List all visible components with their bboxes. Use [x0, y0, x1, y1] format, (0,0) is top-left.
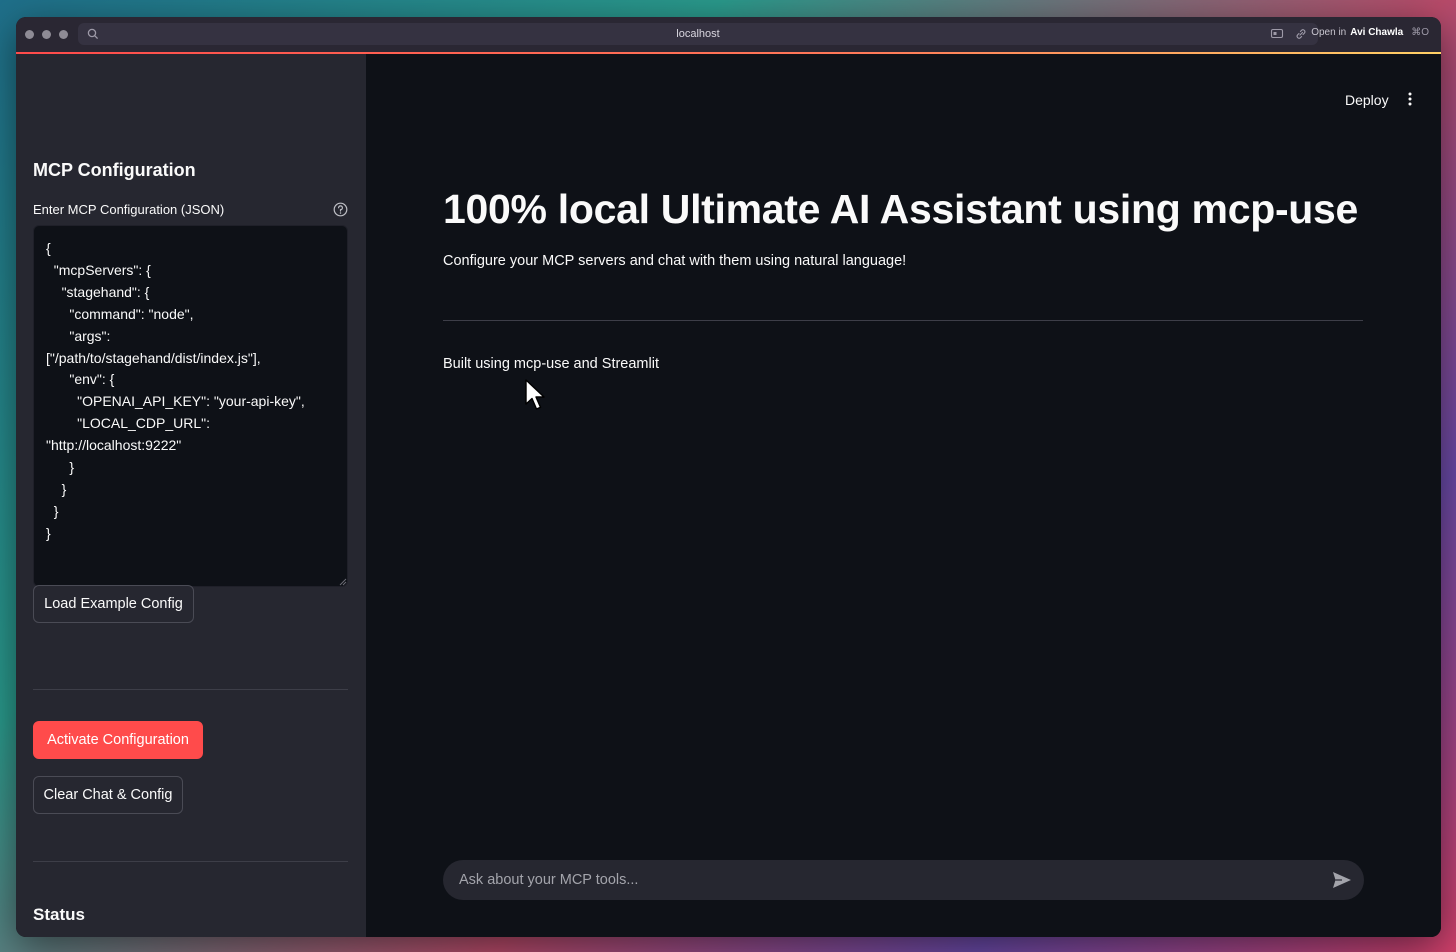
browser-window: localhost Open in Avi Chawla ⌘O MCP Conf… — [16, 17, 1441, 937]
search-icon — [87, 28, 99, 40]
link-icon[interactable] — [1294, 27, 1308, 41]
mouse-cursor-icon — [525, 379, 545, 410]
url-text: localhost — [676, 28, 720, 40]
window-controls[interactable] — [25, 30, 68, 39]
chat-input[interactable] — [459, 860, 1319, 900]
sidebar-divider — [33, 861, 348, 862]
page-title: 100% local Ultimate AI Assistant using m… — [443, 186, 1359, 232]
resize-grip-icon[interactable] — [339, 578, 347, 586]
sidebar-divider — [33, 689, 348, 690]
zoom-window-dot[interactable] — [59, 30, 68, 39]
open-in-button[interactable]: Open in Avi Chawla ⌘O — [1311, 27, 1429, 38]
address-bar[interactable]: localhost — [78, 23, 1318, 45]
sidebar: MCP Configuration Enter MCP Configuratio… — [16, 54, 366, 937]
status-title: Status — [33, 905, 85, 924]
minimize-window-dot[interactable] — [42, 30, 51, 39]
more-options-icon[interactable] — [1407, 91, 1413, 107]
built-using-text: Built using mcp-use and Streamlit — [443, 356, 659, 372]
open-in-shortcut: ⌘O — [1411, 27, 1429, 38]
main-divider — [443, 320, 1363, 321]
clear-chat-config-button[interactable]: Clear Chat & Config — [33, 776, 183, 814]
open-in-user: Avi Chawla — [1350, 27, 1404, 38]
config-field-label: Enter MCP Configuration (JSON) — [33, 202, 225, 217]
main-content: Deploy 100% local Ultimate AI Assistant … — [366, 54, 1441, 937]
page-subtitle: Configure your MCP servers and chat with… — [443, 253, 907, 269]
activate-configuration-button[interactable]: Activate Configuration — [33, 721, 203, 759]
mcp-config-textarea[interactable] — [33, 225, 348, 587]
close-window-dot[interactable] — [25, 30, 34, 39]
chat-input-container[interactable] — [443, 860, 1364, 900]
sidebar-title: MCP Configuration — [33, 160, 196, 180]
deploy-button[interactable]: Deploy — [1345, 92, 1389, 108]
cast-icon[interactable] — [1270, 27, 1284, 41]
send-icon[interactable] — [1332, 871, 1352, 889]
help-icon[interactable] — [333, 202, 348, 217]
load-example-config-button[interactable]: Load Example Config — [33, 585, 194, 623]
open-in-prefix: Open in — [1311, 27, 1347, 38]
browser-titlebar: localhost Open in Avi Chawla ⌘O — [16, 17, 1441, 52]
